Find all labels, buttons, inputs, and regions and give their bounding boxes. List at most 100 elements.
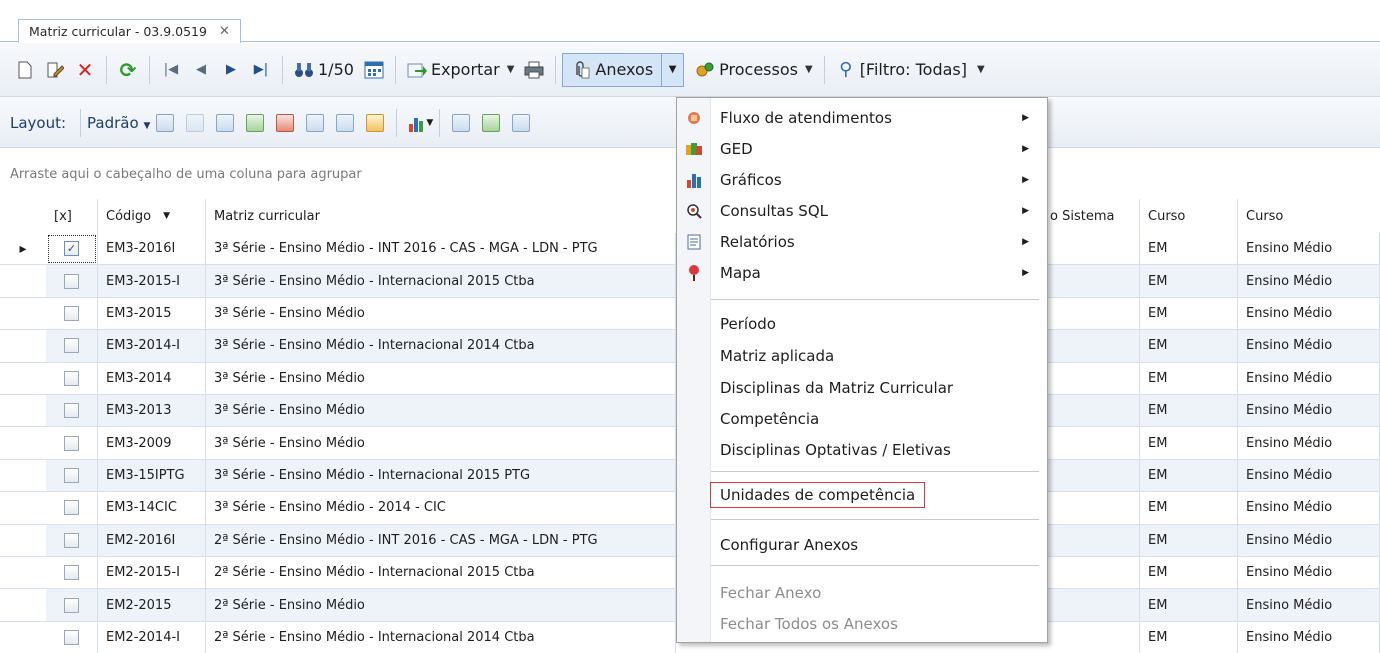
close-icon[interactable]: ✕ [219, 24, 230, 39]
first-record-button[interactable]: |◀ [156, 54, 186, 86]
edit-record-button[interactable] [40, 54, 70, 86]
layout-grid-icon[interactable] [216, 113, 235, 132]
save-layout-icon[interactable] [156, 113, 175, 132]
menu-item-configurar-anexos[interactable]: Configurar Anexos [677, 529, 1047, 560]
row-checkbox[interactable] [64, 370, 79, 386]
row-checkbox[interactable] [64, 597, 79, 613]
menu-item-competencia[interactable]: Competência [677, 403, 1047, 434]
calendar-button[interactable] [359, 54, 389, 86]
last-record-button[interactable]: ▶| [246, 54, 276, 86]
column-header-curso-nome[interactable]: Curso [1238, 199, 1380, 233]
view-cards-icon[interactable] [482, 113, 501, 132]
menu-item-label: GED [720, 139, 753, 158]
row-checkbox[interactable] [64, 273, 79, 289]
next-record-button[interactable]: ▶ [216, 54, 246, 86]
delete-record-button[interactable]: ✕ [70, 54, 100, 86]
filtro-button[interactable]: ⚲ [Filtro: Todas] ▼ [831, 54, 990, 86]
processos-button[interactable]: Processos ▼ [690, 54, 818, 86]
row-select-cell[interactable] [46, 427, 98, 460]
menu-item-mapa[interactable]: Mapa ▶ [677, 257, 1047, 288]
tab-matriz-curricular[interactable]: Matriz curricular - 03.9.0519 ✕ [18, 19, 241, 43]
row-select-cell[interactable] [46, 589, 98, 622]
layout-green-icon[interactable] [246, 113, 265, 132]
calendar-grid-icon [364, 60, 384, 80]
menu-item-relatorios[interactable]: Relatórios ▶ [677, 226, 1047, 257]
layout-pencil-icon[interactable] [366, 113, 385, 132]
column-header-codigo[interactable]: Código ▼ [98, 199, 206, 233]
column-header-matriz[interactable]: Matriz curricular [206, 199, 676, 233]
menu-item-disciplinas-matriz[interactable]: Disciplinas da Matriz Curricular [677, 372, 1047, 403]
chart-layout-dropdown[interactable]: ▼ [403, 114, 433, 132]
row-checkbox[interactable] [64, 467, 79, 483]
row-select-cell[interactable] [46, 265, 98, 298]
layout-sum-icon[interactable] [336, 113, 355, 132]
find-button[interactable]: 1/50 [289, 54, 359, 86]
row-select-cell[interactable] [46, 524, 98, 557]
view-list-icon[interactable] [452, 113, 471, 132]
layout-padrao-label: Padrão [87, 113, 139, 132]
anexos-dropdown-arrow[interactable]: ▼ [661, 53, 683, 86]
view-details-icon[interactable] [512, 113, 531, 132]
menu-item-unidades-competencia[interactable]: Unidades de competência [677, 479, 1047, 510]
toolbar-separator [149, 55, 150, 84]
row-checkbox[interactable] [64, 532, 79, 548]
menu-item-consultas-sql[interactable]: Consultas SQL ▶ [677, 195, 1047, 226]
row-select-cell[interactable] [46, 362, 98, 395]
cell-curso-sigla: EM [1140, 362, 1238, 395]
toolbar-separator [80, 108, 82, 137]
layout-padrao-dropdown[interactable]: Padrão ▼ [87, 114, 150, 132]
row-indicator [0, 459, 46, 493]
menu-item-label: Fluxo de atendimentos [720, 108, 892, 127]
layout-red-icon[interactable] [276, 113, 295, 132]
cell-matriz: 3ª Série - Ensino Médio [206, 362, 676, 395]
cell-curso-sigla: EM [1140, 459, 1238, 493]
row-checkbox[interactable] [64, 565, 79, 581]
menu-item-periodo[interactable]: Período [677, 308, 1047, 339]
row-checkbox[interactable] [64, 403, 79, 419]
print-button[interactable] [519, 54, 549, 86]
previous-icon: ◀ [196, 62, 206, 77]
menu-item-ged[interactable]: GED ▶ [677, 133, 1047, 164]
row-checkbox[interactable] [64, 500, 79, 516]
row-select-cell[interactable] [46, 621, 98, 653]
menu-item-disciplinas-optativas[interactable]: Disciplinas Optativas / Eletivas [677, 434, 1047, 465]
cell-curso-sigla: EM [1140, 492, 1238, 525]
current-row-arrow-icon: ▸ [19, 240, 27, 257]
row-checkbox[interactable] [64, 629, 79, 645]
cell-codigo: EM3-2009 [98, 427, 206, 460]
cell-matriz: 3ª Série - Ensino Médio - Internacional … [206, 330, 676, 363]
row-select-cell[interactable] [46, 492, 98, 525]
row-select-cell[interactable] [46, 297, 98, 331]
submenu-arrow-icon: ▶ [1022, 267, 1029, 278]
row-select-cell[interactable] [46, 330, 98, 363]
menu-item-matriz-aplicada[interactable]: Matriz aplicada [677, 340, 1047, 371]
column-header-sistema[interactable]: o Sistema [1048, 199, 1140, 233]
main-toolbar: ✕ ⟳ |◀ ◀ ▶ ▶| 1/50 Exportar ▼ Anexos ▼ P… [0, 43, 1380, 97]
row-checkbox[interactable] [64, 305, 79, 321]
refresh-button[interactable]: ⟳ [113, 54, 143, 86]
row-select-cell[interactable]: ✓ [46, 233, 98, 266]
previous-record-button[interactable]: ◀ [186, 54, 216, 86]
row-select-cell[interactable] [46, 557, 98, 590]
ged-icon [685, 140, 703, 158]
row-indicator-header [0, 199, 46, 233]
cell-matriz: 3ª Série - Ensino Médio [206, 427, 676, 460]
codigo-header-label: Código [106, 208, 152, 224]
row-checkbox[interactable]: ✓ [64, 241, 79, 257]
toolbar-separator [823, 55, 825, 84]
row-select-cell[interactable] [46, 459, 98, 493]
cell-curso-sigla: EM [1140, 233, 1238, 266]
row-checkbox[interactable] [64, 338, 79, 354]
row-indicator [0, 330, 46, 363]
anexos-button[interactable]: Anexos ▼ [562, 52, 685, 87]
menu-item-fluxo-atendimentos[interactable]: Fluxo de atendimentos ▶ [677, 102, 1047, 133]
column-header-curso-sigla[interactable]: Curso [1140, 199, 1238, 233]
menu-item-graficos[interactable]: Gráficos ▶ [677, 164, 1047, 195]
row-select-cell[interactable] [46, 395, 98, 428]
column-header-select[interactable]: [x] [46, 199, 98, 233]
new-record-button[interactable] [10, 54, 40, 86]
row-checkbox[interactable] [64, 435, 79, 451]
exportar-button[interactable]: Exportar ▼ [402, 54, 519, 86]
layout-columns-icon[interactable] [306, 113, 325, 132]
menu-item-label: Competência [720, 409, 820, 428]
